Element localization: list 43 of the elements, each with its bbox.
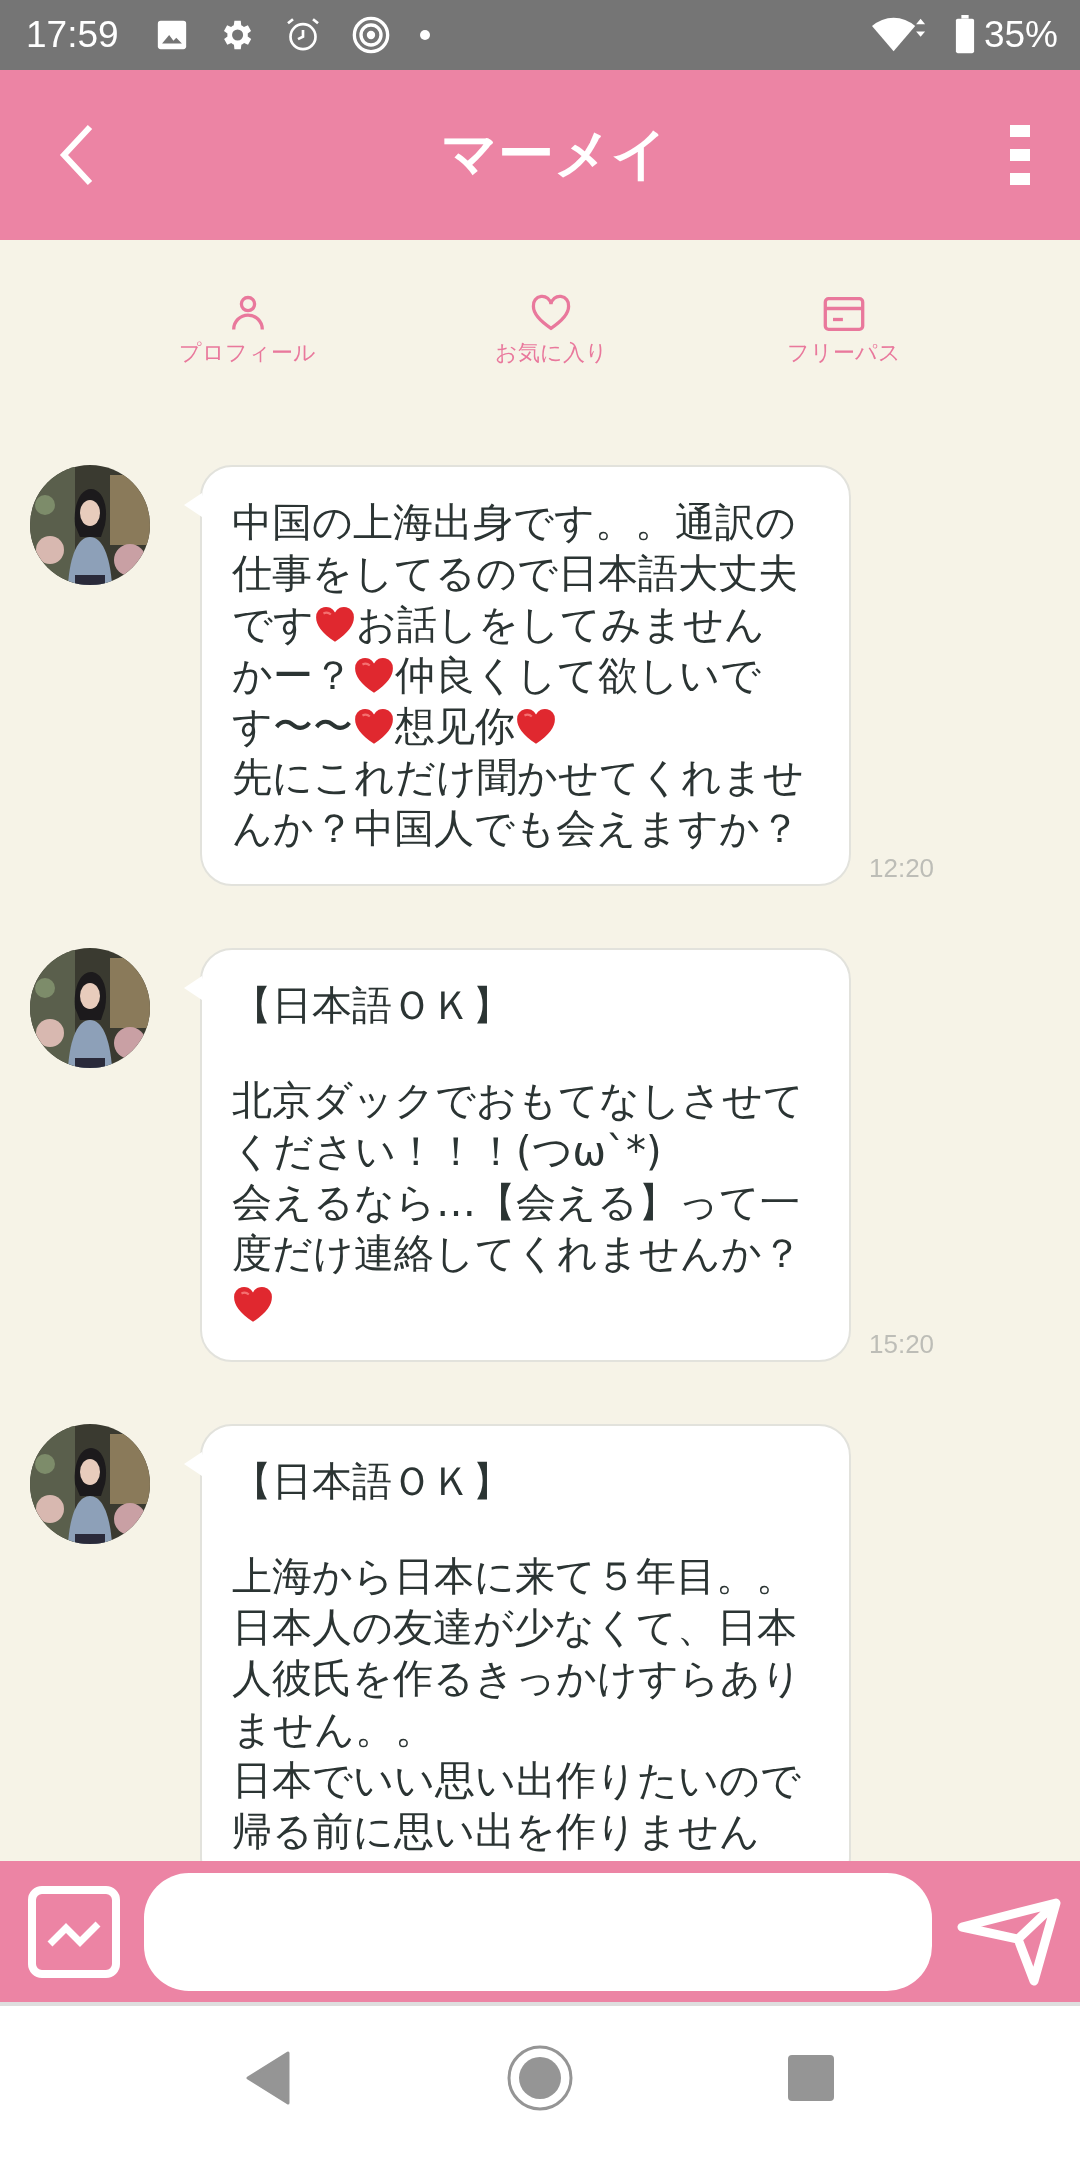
chart-icon[interactable]: [26, 1883, 122, 1980]
message-text: ください！！！(つω`*): [232, 1128, 662, 1174]
message-input[interactable]: [144, 1872, 932, 1991]
message-time: 12:20: [869, 853, 935, 884]
message-text: 会えるなら…【会える】って一: [232, 1179, 800, 1225]
back-triangle-icon[interactable]: [246, 2051, 292, 2105]
menu-tab[interactable]: フリーパス: [786, 292, 901, 368]
chat-title: マーメイ: [440, 120, 668, 188]
heart-icon: [314, 604, 356, 644]
message-text: かー？: [232, 652, 353, 698]
message-text: 中国の上海出身です。。通訳の: [232, 499, 796, 545]
message-text: 上海から日本に来て５年目。。: [232, 1553, 796, 1599]
menu-tab[interactable]: プロフィール: [179, 292, 317, 368]
message-text: 北京ダックでおもてなしさせて: [232, 1077, 804, 1123]
target-icon: [350, 15, 391, 55]
heart-icon: [232, 1284, 274, 1324]
menu-tab[interactable]: お気に入り: [495, 292, 608, 368]
battery-icon: [953, 15, 976, 55]
message-text: 仲良くして欲しいで: [395, 652, 761, 698]
battery-percent: 35%: [983, 14, 1058, 56]
message-text: 人彼氏を作るきっかけすらあり: [232, 1655, 802, 1701]
message-text: です: [232, 601, 314, 647]
message-text: 日本人の友達が少なくて、日本: [232, 1604, 797, 1650]
clock-time: 17:59: [26, 14, 119, 56]
message-text: んか？中国人でも会えますか？: [232, 805, 800, 851]
more-icon[interactable]: [1010, 125, 1030, 185]
message-text: ません。。: [232, 1706, 435, 1752]
home-icon[interactable]: [507, 2045, 573, 2111]
message-text: 【日本語ＯＫ】: [232, 982, 512, 1028]
message-text: 【日本語ＯＫ】: [232, 1458, 512, 1504]
heart-icon: [515, 706, 557, 746]
message-text: す〜〜: [232, 703, 353, 749]
dot-icon: [418, 29, 431, 41]
message-text: お話しをしてみません: [356, 601, 765, 647]
message-text: 仕事をしてるので日本語大丈夫: [232, 550, 798, 596]
message-text: 想见你: [395, 703, 515, 749]
message-text: 先にこれだけ聞かせてくれませ: [232, 754, 804, 800]
message-text: 日本でいい思い出作りたいので: [232, 1757, 801, 1803]
message-text: 帰る前に思い出を作りません: [232, 1808, 760, 1854]
heart-icon: [353, 655, 395, 695]
heart-icon: [353, 706, 395, 746]
message-text: 度だけ連絡してくれませんか？: [232, 1230, 802, 1276]
message-time: 15:20: [869, 1329, 935, 1360]
